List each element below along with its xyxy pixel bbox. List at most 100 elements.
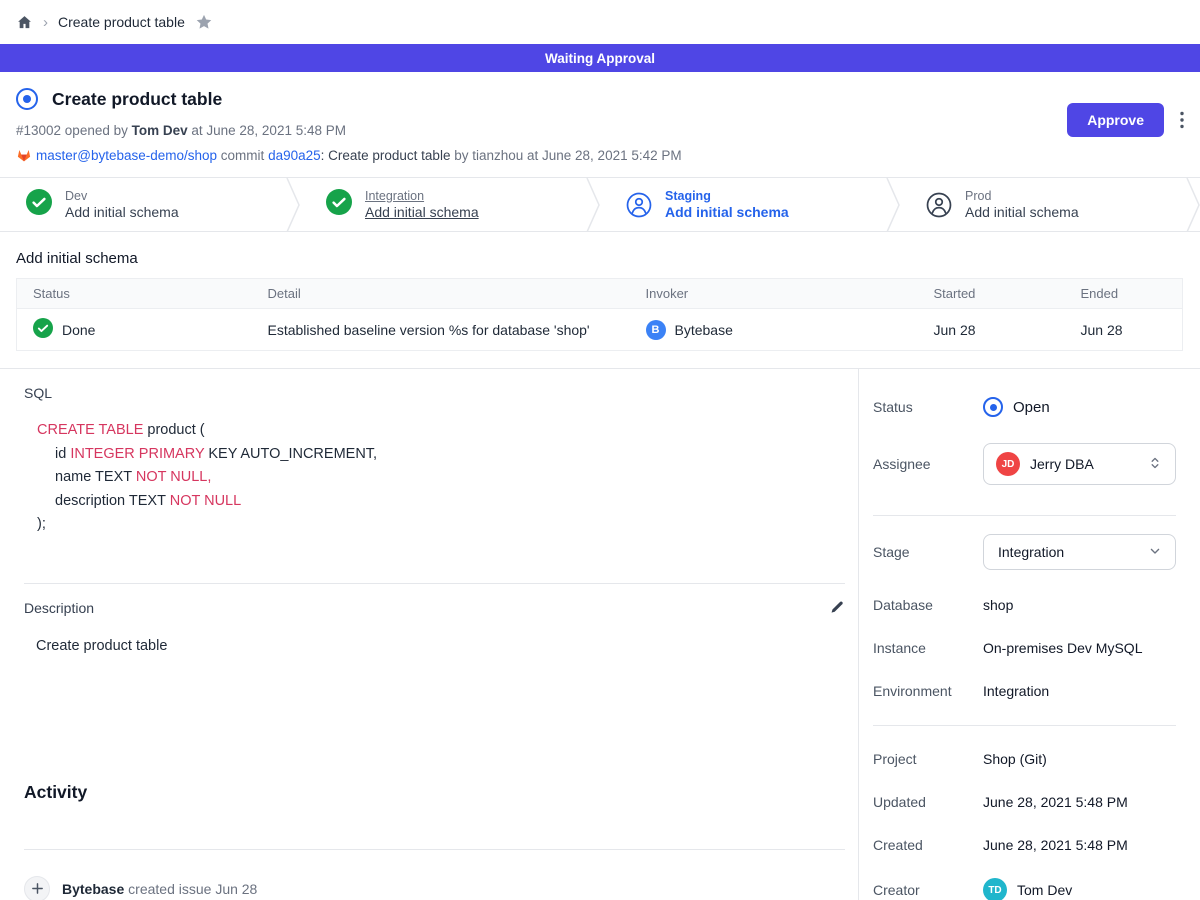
- col-ended: Ended: [1065, 279, 1183, 309]
- content: SQL CREATE TABLE product (id INTEGER PRI…: [0, 368, 1200, 900]
- stage-separator: [286, 178, 300, 232]
- commit-hash-link[interactable]: da90a25: [268, 148, 321, 163]
- stage-task-label: Add initial schema: [65, 204, 179, 220]
- issue-meta: #13002 opened by Tom Dev at June 28, 202…: [16, 123, 1184, 138]
- stage-separator: [886, 178, 900, 232]
- task-table: Status Detail Invoker Started Ended Done…: [16, 278, 1183, 351]
- database-label: Database: [873, 597, 983, 613]
- assignee-avatar: JD: [996, 452, 1020, 476]
- stage-separator: [586, 178, 600, 232]
- stage-value: Integration: [998, 544, 1147, 560]
- issue-header: Create product table #13002 opened by To…: [0, 72, 1200, 163]
- environment-value: Integration: [983, 683, 1049, 699]
- project-value: Shop (Git): [983, 751, 1047, 767]
- task-section-title: Add initial schema: [16, 250, 1184, 267]
- stage-dev[interactable]: DevAdd initial schema: [0, 178, 286, 231]
- breadcrumb: › Create product table: [0, 0, 1200, 44]
- creator-avatar: TD: [983, 878, 1007, 900]
- created-label: Created: [873, 837, 983, 853]
- instance-label: Instance: [873, 640, 983, 656]
- person-circle-icon: [926, 192, 952, 218]
- stage-prod[interactable]: ProdAdd initial schema: [900, 178, 1186, 231]
- updated-value: June 28, 2021 5:48 PM: [983, 794, 1128, 810]
- creator-label: Creator: [873, 882, 983, 898]
- stage-env-label: Prod: [965, 189, 1079, 203]
- activity-item: Bytebase created issue Jun 28: [24, 876, 845, 900]
- edit-pencil-icon[interactable]: [829, 600, 845, 616]
- divider: [873, 515, 1176, 516]
- status-banner: Waiting Approval: [0, 44, 1200, 72]
- task-status: Done: [62, 322, 95, 338]
- stage-select[interactable]: Integration: [983, 534, 1176, 570]
- more-menu-icon[interactable]: [1180, 111, 1184, 129]
- favorite-star-icon[interactable]: [195, 13, 213, 31]
- stage-env-label: Staging: [665, 189, 789, 203]
- project-label: Project: [873, 751, 983, 767]
- commit-byline: by tianzhou at June 28, 2021 5:42 PM: [450, 148, 681, 163]
- stage-staging[interactable]: StagingAdd initial schema: [600, 178, 886, 231]
- stage-task-label: Add initial schema: [665, 204, 789, 220]
- task-section: Add initial schema Status Detail Invoker…: [0, 232, 1200, 351]
- stage-task-label: Add initial schema: [965, 204, 1079, 220]
- activity-actor: Bytebase: [62, 881, 124, 897]
- issue-meta-time: at June 28, 2021 5:48 PM: [188, 123, 346, 138]
- sql-label: SQL: [24, 385, 845, 401]
- divider: [24, 849, 845, 850]
- check-circle-icon: [326, 189, 352, 220]
- issue-meta-prefix: #13002 opened by: [16, 123, 132, 138]
- col-status: Status: [17, 279, 252, 309]
- assignee-value: Jerry DBA: [1030, 456, 1137, 472]
- plus-icon: [24, 876, 50, 900]
- table-row[interactable]: Done Established baseline version %s for…: [17, 309, 1183, 351]
- breadcrumb-current[interactable]: Create product table: [58, 14, 185, 30]
- description-label: Description: [24, 600, 94, 616]
- task-ended: Jun 28: [1065, 309, 1183, 351]
- divider: [24, 583, 845, 584]
- person-circle-icon: [626, 192, 652, 218]
- open-status-icon: [983, 397, 1003, 417]
- col-started: Started: [918, 279, 1065, 309]
- main-column: SQL CREATE TABLE product (id INTEGER PRI…: [0, 369, 858, 900]
- assignee-select[interactable]: JD Jerry DBA: [983, 443, 1176, 485]
- stage-integration[interactable]: IntegrationAdd initial schema: [300, 178, 586, 231]
- task-detail: Established baseline version %s for data…: [252, 309, 630, 351]
- description-text: Create product table: [36, 638, 845, 654]
- task-started: Jun 28: [918, 309, 1065, 351]
- sql-code: CREATE TABLE product (id INTEGER PRIMARY…: [24, 419, 845, 537]
- bytebase-avatar: B: [646, 320, 666, 340]
- home-icon[interactable]: [16, 14, 33, 31]
- stage-env-label: Dev: [65, 189, 179, 203]
- stage-env-label: Integration: [365, 189, 479, 203]
- sidebar: Status Open Assignee JD Jerry DBA Stage …: [858, 369, 1200, 900]
- created-value: June 28, 2021 5:48 PM: [983, 837, 1128, 853]
- col-detail: Detail: [252, 279, 630, 309]
- check-circle-icon: [26, 189, 52, 220]
- col-invoker: Invoker: [630, 279, 918, 309]
- stage-label: Stage: [873, 544, 983, 560]
- database-value: shop: [983, 597, 1013, 613]
- status-label: Status: [873, 399, 983, 415]
- stage-task-label: Add initial schema: [365, 204, 479, 220]
- creator-value: Tom Dev: [1017, 882, 1072, 898]
- check-circle-icon: [33, 318, 53, 341]
- chevron-down-icon: [1147, 543, 1163, 562]
- breadcrumb-separator-icon: ›: [43, 15, 48, 30]
- gitlab-icon: [16, 147, 32, 163]
- divider: [873, 725, 1176, 726]
- commit-text: master@bytebase-demo/shop commit da90a25…: [36, 148, 682, 163]
- status-banner-label: Waiting Approval: [545, 51, 655, 66]
- stage-separator: [1186, 178, 1200, 232]
- approve-button[interactable]: Approve: [1067, 103, 1164, 137]
- pipeline: DevAdd initial schema IntegrationAdd ini…: [0, 177, 1200, 232]
- issue-author: Tom Dev: [132, 123, 188, 138]
- task-invoker: Bytebase: [675, 322, 733, 338]
- page: › Create product table Waiting Approval …: [0, 0, 1200, 900]
- instance-value: On-premises Dev MySQL: [983, 640, 1142, 656]
- updated-label: Updated: [873, 794, 983, 810]
- environment-label: Environment: [873, 683, 983, 699]
- commit-line: master@bytebase-demo/shop commit da90a25…: [16, 147, 1184, 163]
- status-value: Open: [1013, 399, 1050, 416]
- branch-link[interactable]: master@bytebase-demo/shop: [36, 148, 217, 163]
- issue-open-icon: [16, 88, 38, 110]
- activity-action: created issue Jun 28: [124, 881, 257, 897]
